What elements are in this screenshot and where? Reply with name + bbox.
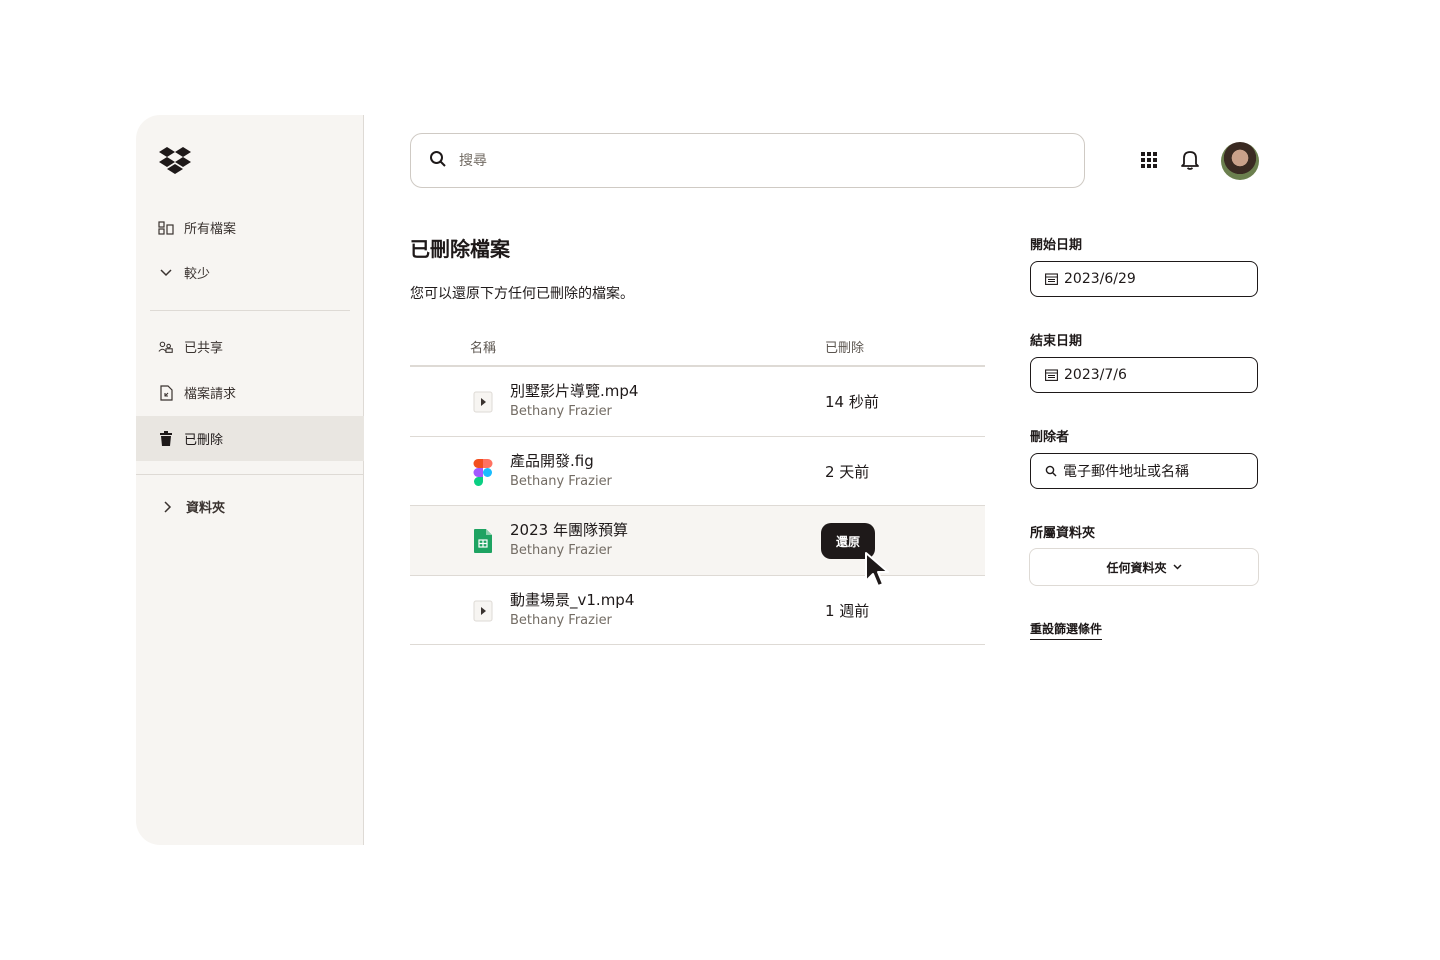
end-date-value: 2023/7/6: [1064, 367, 1127, 383]
figma-file-icon: [472, 458, 494, 486]
all-files-icon: [158, 220, 174, 236]
deleted-files-table: 名稱 已刪除 別墅影片導覽.mp4 Bethany Frazier 14 秒前: [410, 325, 985, 645]
reset-filters-link[interactable]: 重設篩選條件: [1030, 620, 1103, 640]
sidebar-item-less[interactable]: 較少: [136, 250, 364, 295]
end-date-label: 結束日期: [1030, 334, 1083, 349]
chevron-down-icon: [1172, 564, 1182, 570]
search-bar[interactable]: [410, 133, 1085, 188]
sidebar-item-label: 所有檔案: [184, 222, 237, 237]
deleted-time: 1 週前: [825, 601, 870, 620]
column-header-name[interactable]: 名稱: [470, 337, 496, 356]
sidebar-divider: [150, 310, 350, 311]
sidebar-item-shared[interactable]: 已共享: [136, 324, 364, 369]
video-file-icon: [472, 598, 494, 624]
table-row[interactable]: 動畫場景_v1.mp4 Bethany Frazier 1 週前: [410, 576, 985, 645]
sidebar-item-folders[interactable]: 資料夾: [136, 484, 364, 529]
deleted-time: 2 天前: [825, 462, 870, 481]
sidebar-divider: [136, 474, 364, 475]
sidebar-item-label: 檔案請求: [184, 387, 237, 402]
deleted-by-label: 刪除者: [1030, 430, 1070, 445]
file-name: 2023 年團隊預算: [510, 521, 628, 539]
folder-label: 所屬資料夾: [1030, 526, 1096, 541]
folder-select[interactable]: 任何資料夾: [1029, 548, 1259, 586]
mouse-cursor-icon: [865, 552, 889, 587]
table-row[interactable]: 2023 年團隊預算 Bethany Frazier 還原: [410, 506, 985, 576]
file-name: 產品開發.fig: [510, 451, 594, 470]
file-owner: Bethany Frazier: [510, 543, 612, 558]
file-name: 別墅影片導覽.mp4: [510, 382, 639, 400]
chevron-right-icon: [160, 499, 176, 515]
sidebar-item-deleted[interactable]: 已刪除: [136, 416, 364, 461]
deleted-by-placeholder: 電子郵件地址或名稱: [1063, 464, 1189, 480]
start-date-value: 2023/6/29: [1064, 271, 1136, 287]
chevron-down-icon: [158, 265, 174, 281]
dropbox-logo-icon[interactable]: [158, 145, 192, 175]
calendar-icon: [1045, 369, 1058, 381]
column-header-deleted[interactable]: 已刪除: [825, 337, 864, 356]
shared-icon: [158, 339, 174, 355]
table-row[interactable]: 產品開發.fig Bethany Frazier 2 天前: [410, 437, 985, 506]
sheets-file-icon: [472, 528, 494, 554]
file-owner: Bethany Frazier: [510, 612, 612, 628]
search-icon: [1045, 465, 1057, 477]
sidebar-item-label: 較少: [184, 267, 211, 282]
start-date-field[interactable]: 2023/6/29: [1030, 261, 1258, 297]
video-file-icon: [472, 389, 494, 415]
sidebar-item-all-files[interactable]: 所有檔案: [136, 205, 364, 250]
file-owner: Bethany Frazier: [510, 473, 612, 489]
trash-icon: [158, 430, 174, 447]
app-grid-icon[interactable]: [1138, 149, 1160, 171]
sidebar-item-label: 已刪除: [184, 433, 224, 448]
end-date-field[interactable]: 2023/7/6: [1030, 357, 1258, 393]
avatar[interactable]: [1221, 142, 1259, 180]
bell-icon[interactable]: [1179, 149, 1201, 171]
sidebar: 所有檔案 較少 已共享 檔案請求 已刪除 資料夾: [136, 115, 364, 845]
page-description: 您可以還原下方任何已刪除的檔案。: [410, 286, 634, 302]
folder-select-value: 任何資料夾: [1106, 560, 1167, 575]
deleted-time: 14 秒前: [825, 393, 879, 411]
table-header: 名稱 已刪除: [410, 325, 985, 367]
search-icon: [429, 150, 447, 172]
sidebar-item-file-requests[interactable]: 檔案請求: [136, 370, 364, 415]
file-owner: Bethany Frazier: [510, 404, 612, 419]
app-window: 所有檔案 較少 已共享 檔案請求 已刪除 資料夾 搜尋 已刪除檔案 您可以還原下…: [136, 115, 1276, 845]
sidebar-item-label: 資料夾: [186, 501, 226, 516]
file-name: 動畫場景_v1.mp4: [510, 590, 635, 609]
deleted-by-field[interactable]: 電子郵件地址或名稱: [1030, 453, 1258, 489]
search-input[interactable]: [459, 152, 1019, 169]
file-request-icon: [158, 384, 174, 401]
sidebar-item-label: 已共享: [184, 341, 224, 356]
calendar-icon: [1045, 273, 1058, 285]
start-date-label: 開始日期: [1030, 238, 1083, 253]
table-row[interactable]: 別墅影片導覽.mp4 Bethany Frazier 14 秒前: [410, 367, 985, 437]
page-title: 已刪除檔案: [410, 237, 510, 261]
